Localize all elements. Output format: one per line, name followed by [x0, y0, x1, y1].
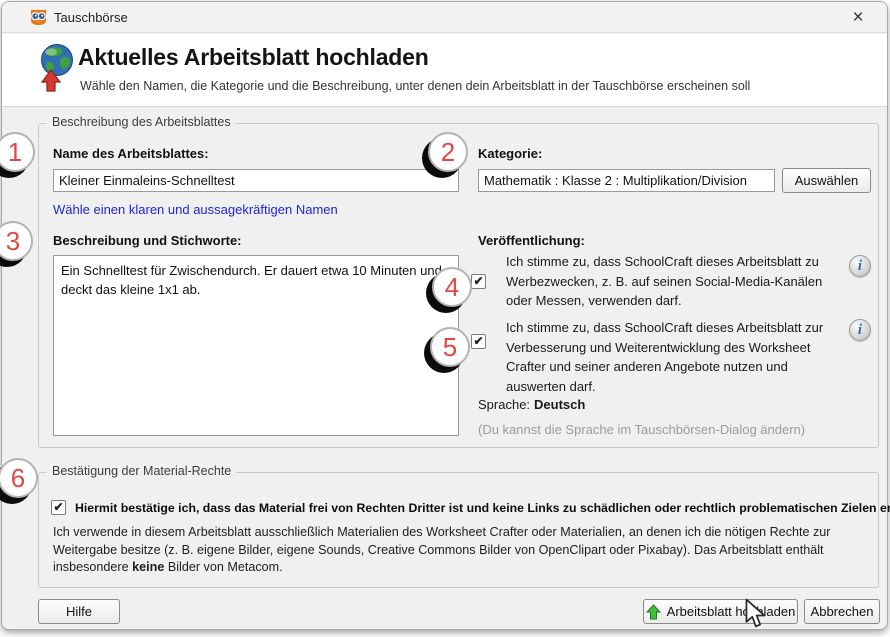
window-title: Tauschbörse — [54, 2, 128, 33]
info-icon[interactable]: i — [849, 255, 871, 277]
category-input[interactable] — [478, 169, 775, 192]
page-title: Aktuelles Arbeitsblatt hochladen — [78, 44, 429, 71]
category-label: Kategorie: — [478, 146, 542, 161]
dialog-content: Beschreibung des Arbeitsblattes Name des… — [2, 107, 887, 629]
info-icon[interactable]: i — [849, 319, 871, 341]
check-icon: ✔ — [53, 501, 63, 513]
dialog-window: Tauschbörse × Aktuelles Arbeitsblatt hoc… — [1, 1, 888, 630]
page-subtitle: Wähle den Namen, die Kategorie und die B… — [80, 79, 750, 93]
help-button[interactable]: Hilfe — [38, 599, 120, 624]
annotation-badge-5: 5 — [430, 327, 470, 367]
name-input[interactable] — [53, 169, 459, 192]
rights-groupbox: Bestätigung der Material-Rechte ✔ Hiermi… — [38, 472, 879, 588]
close-icon[interactable]: × — [845, 5, 871, 31]
upload-arrow-icon — [646, 604, 661, 620]
category-select-button[interactable]: Auswählen — [782, 168, 871, 193]
language-note: (Du kannst die Sprache im Tauschbörsen-D… — [478, 422, 805, 437]
rights-confirm-checkbox[interactable]: ✔ — [51, 500, 66, 515]
development-consent-text: Ich stimme zu, dass SchoolCraft dieses A… — [506, 318, 840, 396]
upload-globe-icon — [38, 43, 76, 98]
annotation-badge-4: 4 — [432, 267, 472, 307]
annotation-badge-2: 2 — [428, 132, 468, 172]
rights-groupbox-legend: Bestätigung der Material-Rechte — [47, 464, 236, 478]
name-hint-link[interactable]: Wähle einen klaren und aussagekräftigen … — [53, 202, 338, 217]
title-bar: Tauschbörse × — [2, 2, 887, 33]
language-label: Sprache: — [478, 397, 530, 412]
marketing-consent-text: Ich stimme zu, dass SchoolCraft dieses A… — [506, 252, 828, 311]
mouse-cursor — [744, 598, 768, 634]
rights-details-text: Ich verwende in diesem Arbeitsblatt auss… — [53, 524, 875, 577]
marketing-consent-checkbox[interactable]: ✔ — [471, 274, 486, 289]
language-line: Sprache: Deutsch — [478, 397, 585, 412]
upload-button-label: Arbeitsblatt hochladen — [667, 604, 796, 619]
name-label: Name des Arbeitsblattes: — [53, 146, 209, 161]
rights-confirm-text: Hiermit bestätige ich, dass das Material… — [75, 501, 890, 515]
description-textarea[interactable]: Ein Schnelltest für Zwischendurch. Er da… — [53, 255, 459, 436]
upload-button[interactable]: Arbeitsblatt hochladen — [643, 599, 798, 624]
development-consent-checkbox[interactable]: ✔ — [471, 334, 486, 349]
language-value: Deutsch — [534, 397, 585, 412]
dialog-header: Aktuelles Arbeitsblatt hochladen Wähle d… — [2, 34, 887, 107]
publication-label: Veröffentlichung: — [478, 233, 585, 248]
check-icon: ✔ — [473, 275, 483, 287]
cancel-button[interactable]: Abbrechen — [804, 599, 880, 624]
description-groupbox-legend: Beschreibung des Arbeitsblattes — [47, 115, 236, 129]
check-icon: ✔ — [473, 335, 483, 347]
description-label: Beschreibung und Stichworte: — [53, 233, 242, 248]
owl-app-icon — [29, 8, 48, 32]
